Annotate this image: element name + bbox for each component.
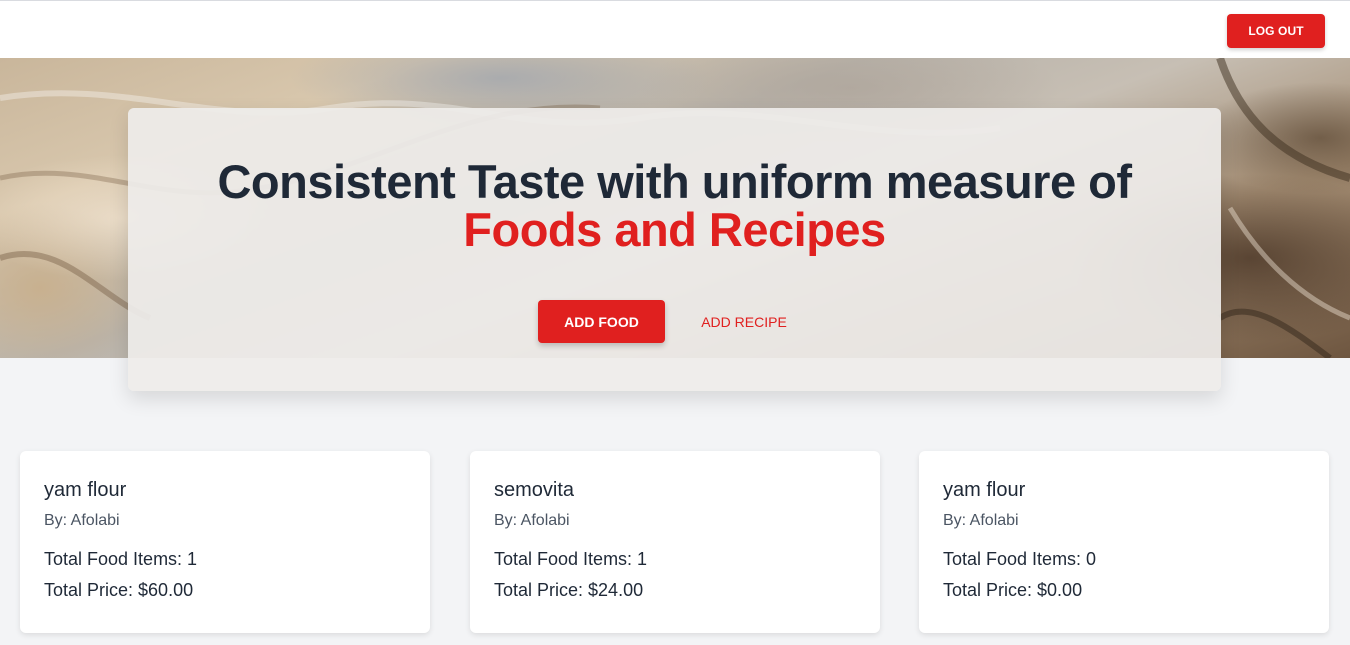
food-card-total-items: Total Food Items: 0 [943,549,1097,569]
food-card-total-items: Total Food Items: 1 [494,549,648,569]
food-card-total-items: Total Food Items: 1 [44,549,198,569]
food-card-name: semovita [494,479,575,501]
food-card-author: By: Afolabi [44,512,120,529]
food-card-total-price: Total Price: $60.00 [44,580,194,600]
logout-button[interactable]: LOG OUT [1227,14,1325,48]
food-card[interactable]: yam flour By: Afolabi Total Food Items: … [20,451,430,633]
top-nav-bar: LOG OUT [0,0,1350,58]
add-recipe-button[interactable]: ADD RECIPE [694,300,794,343]
food-card-author: By: Afolabi [943,512,1019,529]
add-food-button[interactable]: ADD FOOD [538,300,665,343]
food-card-name: yam flour [44,479,127,501]
food-card-name: yam flour [943,479,1026,501]
hero-title-line1: Consistent Taste with uniform measure of [217,155,1132,208]
food-card-total-price: Total Price: $0.00 [943,580,1083,600]
food-card-total-price: Total Price: $24.00 [494,580,644,600]
hero-title: Consistent Taste with uniform measure of… [128,158,1221,254]
hero-title-accent: Foods and Recipes [463,203,886,256]
food-card[interactable]: yam flour By: Afolabi Total Food Items: … [919,451,1329,633]
hero-card: Consistent Taste with uniform measure of… [128,108,1221,391]
food-card[interactable]: semovita By: Afolabi Total Food Items: 1… [470,451,880,633]
food-card-author: By: Afolabi [494,512,570,529]
